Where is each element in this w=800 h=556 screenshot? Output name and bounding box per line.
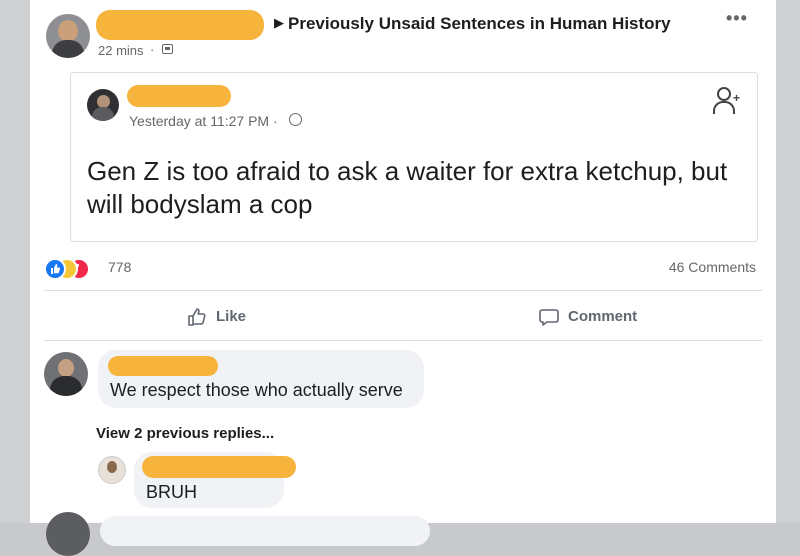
reply-text: BRUH [146,482,198,502]
like-label: Like [216,308,247,325]
next-commenter-avatar[interactable] [46,512,90,556]
post-timestamp[interactable]: 22 mins [98,43,144,58]
screenshot-frame-right [776,0,800,523]
comment-bubble: We respect those who actually serve [98,350,424,408]
comment-count[interactable]: 46 Comments [669,259,756,275]
view-replies-link[interactable]: View 2 previous replies... [96,425,274,442]
more-options-icon[interactable]: ••• [726,8,748,29]
commenter-name-redaction [108,356,218,376]
comment-bubble-icon [539,309,559,326]
reply-author-redaction [142,456,296,478]
divider-top [44,290,762,291]
add-friend-icon[interactable]: + [711,85,743,117]
next-comment-bubble [100,516,430,546]
screenshot-frame-left [0,0,30,523]
post-card: ▶ Previously Unsaid Sentences in Human H… [30,0,776,556]
comment-text: We respect those who actually serve [110,380,403,400]
like-thumb-icon [188,308,206,326]
like-reaction-icon [44,258,66,280]
shared-timestamp[interactable]: Yesterday at 11:27 PM · [129,113,278,129]
author-avatar[interactable] [46,14,90,58]
shared-author-redaction [127,85,231,107]
shared-post-text: Gen Z is too afraid to ask a waiter for … [87,156,728,219]
reaction-icons[interactable]: ♥ [44,258,104,280]
add-friend-plus: + [733,91,741,105]
separator-dot: · [150,42,155,57]
group-name-link[interactable]: Previously Unsaid Sentences in Human His… [288,14,671,34]
comment-label: Comment [568,308,638,325]
globe-icon [289,113,302,126]
reaction-count[interactable]: 778 [108,259,131,275]
share-arrow-icon: ▶ [274,15,284,30]
group-privacy-icon [162,44,173,54]
shared-post[interactable]: Yesterday at 11:27 PM · + Gen Z is too a… [70,72,758,242]
divider-bottom [44,340,762,341]
shared-author-avatar[interactable] [87,89,119,121]
reply-avatar[interactable] [98,456,126,484]
author-name-redaction [96,10,264,40]
commenter-avatar[interactable] [44,352,88,396]
reply-bubble: BRUH [134,452,296,508]
